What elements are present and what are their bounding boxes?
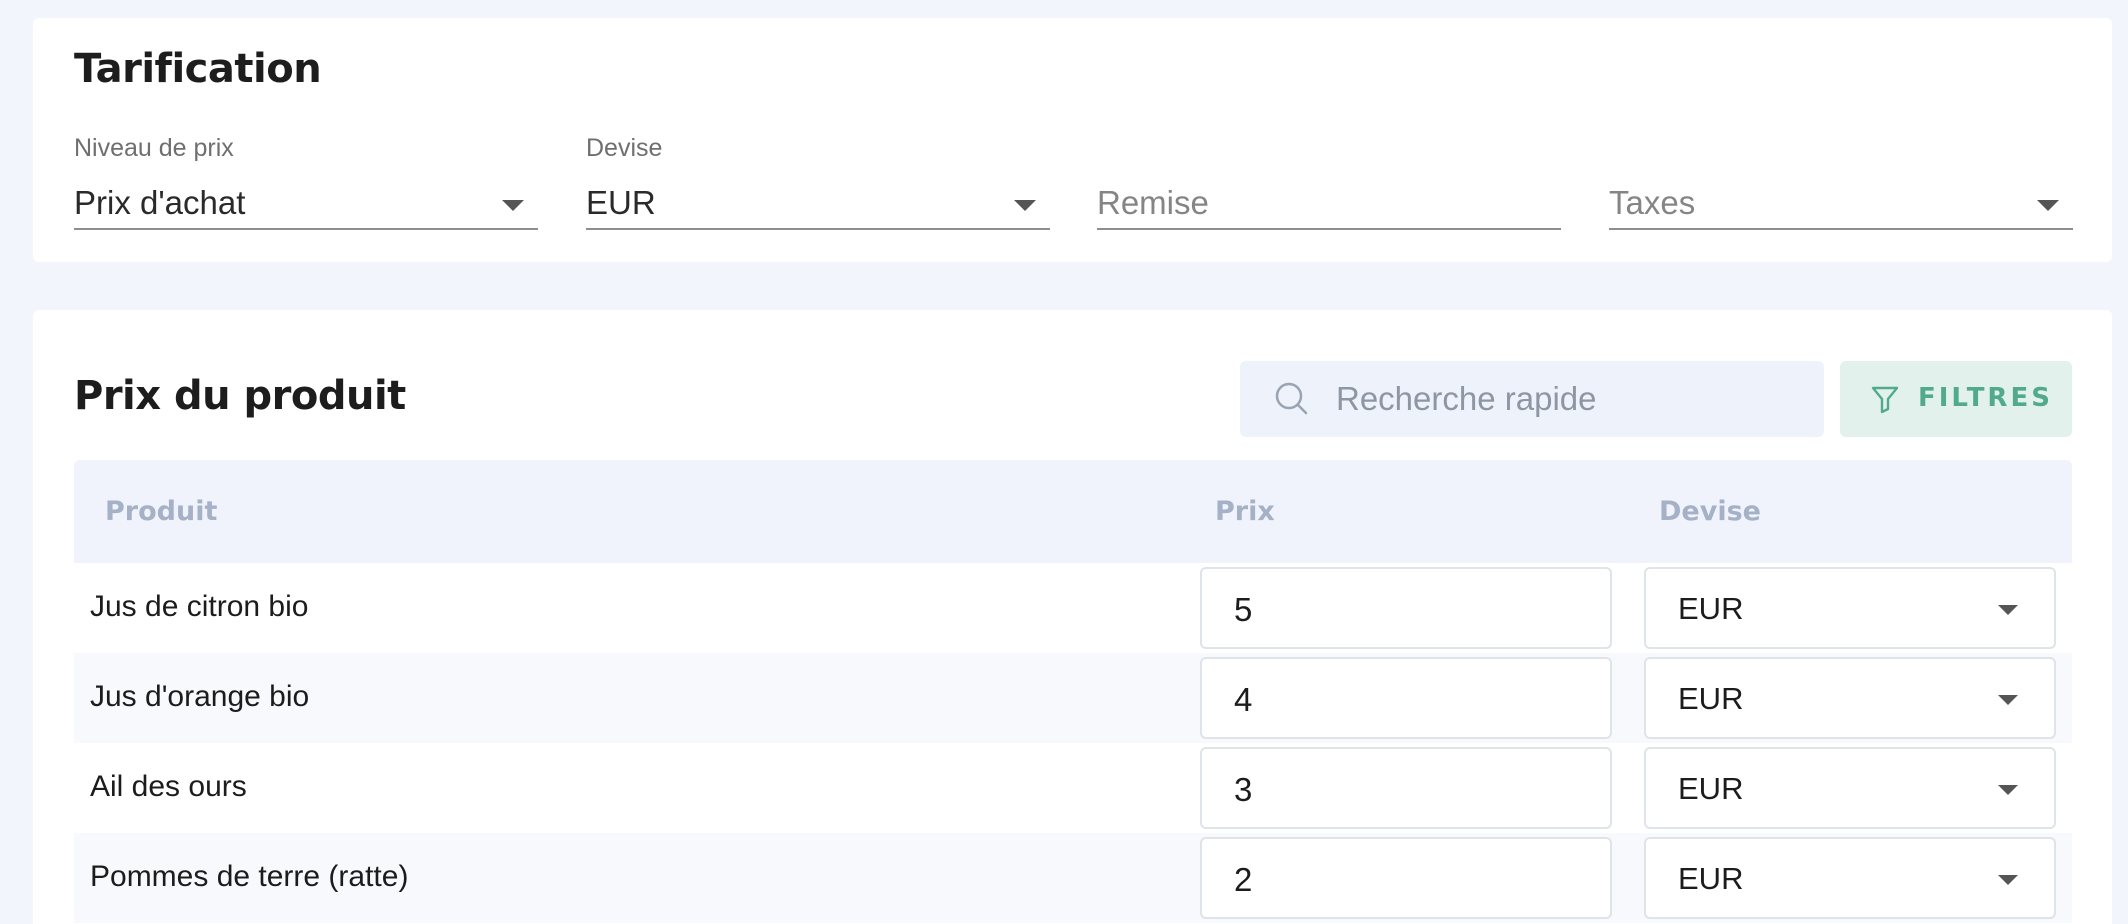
price-input[interactable]: 5	[1200, 567, 1612, 649]
product-name: Ail des ours	[90, 770, 247, 803]
row-currency-value: EUR	[1678, 861, 1744, 896]
filters-label: FILTRES	[1918, 383, 2053, 413]
price-input[interactable]: 3	[1200, 747, 1612, 829]
filter-icon	[1871, 386, 1899, 414]
product-name: Jus d'orange bio	[90, 680, 310, 713]
product-prices-title: Prix du produit	[74, 373, 406, 419]
row-currency-select[interactable]: EUR	[1644, 837, 2056, 919]
price-input[interactable]: 2	[1200, 837, 1612, 919]
product-name: Jus de citron bio	[90, 590, 309, 623]
row-currency-select[interactable]: EUR	[1644, 747, 2056, 829]
price-input[interactable]: 4	[1200, 657, 1612, 739]
taxes-select[interactable]: Taxes	[1609, 134, 2073, 230]
table-row: Jus d'orange bio 4 EUR	[74, 653, 2072, 743]
search-box[interactable]	[1240, 361, 1824, 437]
caret-down-icon	[1998, 785, 2018, 795]
caret-down-icon	[1998, 875, 2018, 885]
table-body: Jus de citron bio 5 EUR Jus d'orange bio…	[74, 563, 2072, 923]
currency-label: Devise	[586, 134, 663, 162]
currency-value: EUR	[586, 184, 656, 221]
caret-down-icon	[1014, 200, 1036, 211]
table-header: Produit Prix Devise	[74, 460, 2072, 563]
taxes-placeholder: Taxes	[1609, 184, 1696, 221]
table-row: Ail des ours 3 EUR	[74, 743, 2072, 833]
column-header-product[interactable]: Produit	[105, 496, 217, 527]
price-level-label: Niveau de prix	[74, 134, 234, 162]
discount-input[interactable]: Remise	[1097, 134, 1561, 230]
pricing-card: Tarification Niveau de prix Prix d'achat…	[33, 18, 2112, 262]
caret-down-icon	[1998, 605, 2018, 615]
row-currency-value: EUR	[1678, 771, 1744, 806]
row-currency-select[interactable]: EUR	[1644, 657, 2056, 739]
filters-button[interactable]: FILTRES	[1840, 361, 2072, 437]
search-icon	[1275, 382, 1308, 415]
price-level-value: Prix d'achat	[74, 184, 246, 221]
discount-placeholder: Remise	[1097, 184, 1209, 221]
column-header-currency[interactable]: Devise	[1659, 496, 1761, 527]
product-name: Pommes de terre (ratte)	[90, 860, 409, 893]
price-value: 4	[1234, 681, 1253, 718]
price-value: 3	[1234, 771, 1253, 808]
price-value: 5	[1234, 591, 1253, 628]
table-row: Jus de citron bio 5 EUR	[74, 563, 2072, 653]
caret-down-icon	[2037, 200, 2059, 211]
currency-select[interactable]: Devise EUR	[586, 134, 1050, 230]
table-row: Pommes de terre (ratte) 2 EUR	[74, 833, 2072, 923]
price-level-select[interactable]: Niveau de prix Prix d'achat	[74, 134, 538, 230]
search-input[interactable]	[1336, 361, 1806, 437]
column-header-price[interactable]: Prix	[1215, 496, 1275, 527]
pricing-title: Tarification	[74, 46, 322, 92]
row-currency-select[interactable]: EUR	[1644, 567, 2056, 649]
row-currency-value: EUR	[1678, 681, 1744, 716]
row-currency-value: EUR	[1678, 591, 1744, 626]
product-prices-card: Prix du produit FILTRES Produit Prix Dev…	[33, 310, 2112, 924]
caret-down-icon	[1998, 695, 2018, 705]
product-prices-table: Produit Prix Devise Jus de citron bio 5 …	[74, 460, 2072, 923]
price-value: 2	[1234, 861, 1253, 898]
caret-down-icon	[502, 200, 524, 211]
